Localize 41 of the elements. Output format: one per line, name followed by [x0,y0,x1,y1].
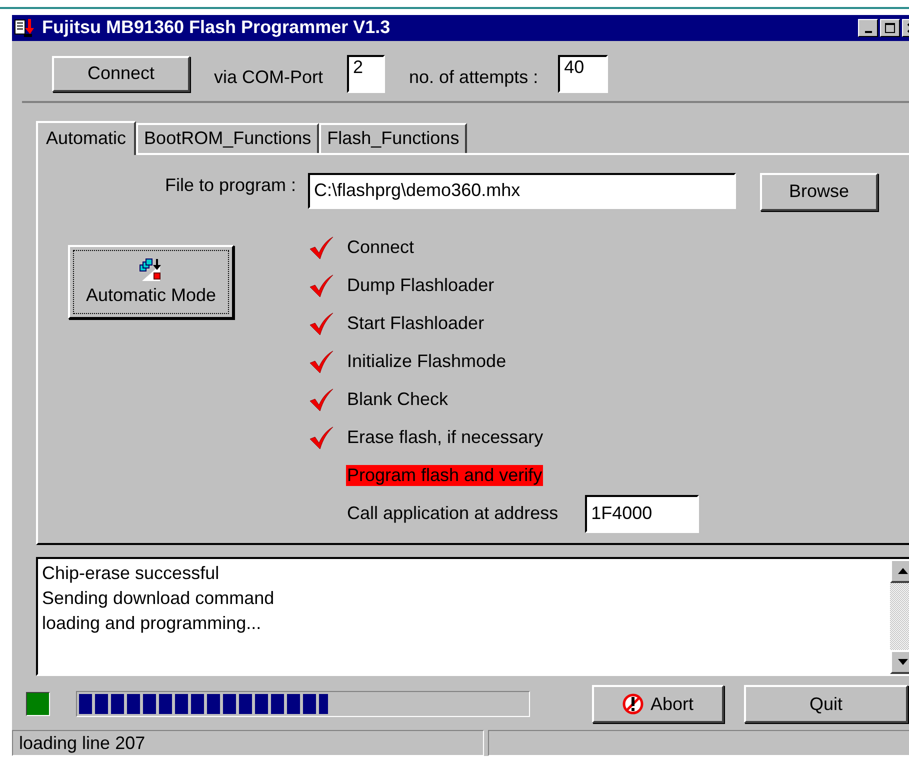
port-label: via COM-Port [214,67,324,88]
browse-button[interactable]: Browse [760,172,878,211]
status-light [26,692,50,716]
step-label: Erase flash, if necessary [346,427,544,448]
scroll-down-button[interactable] [890,650,909,674]
download-icon [138,257,164,284]
minimize-button[interactable] [858,18,878,37]
down-arrow-icon [898,659,908,666]
step-label: Dump Flashloader [346,275,496,296]
quit-button[interactable]: Quit [744,685,908,724]
file-field[interactable]: C:\flashprg\demo360.mhx [308,172,736,209]
up-arrow-icon [898,568,908,574]
step-label: Initialize Flashmode [346,351,508,372]
status-text: loading line 207 [12,730,484,756]
scroll-up-button[interactable] [890,558,909,583]
attempts-field[interactable]: 40 [558,54,608,93]
step-label: Start Flashloader [346,313,486,334]
abort-button[interactable]: Abort [592,685,724,724]
maximize-button[interactable] [880,18,900,37]
attempts-label: no. of attempts : [409,67,538,88]
tab[interactable]: Automatic [36,120,136,155]
address-field[interactable]: 1F4000 [585,494,700,533]
step-label: Blank Check [346,389,450,410]
minimize-icon [864,30,872,33]
stop-icon [622,693,644,716]
window-title: Fujitsu MB91360 Flash Programmer V1.3 [42,17,392,38]
log-line: Sending download command [42,586,276,610]
tab[interactable]: Flash_Functions [319,122,468,153]
scrollbar[interactable] [890,558,909,674]
file-label: File to program : [164,174,297,197]
step-label: Connect [346,237,416,258]
log-line: Chip-erase successful [42,562,220,585]
tab[interactable]: BootROM_Functions [136,122,320,153]
app-icon [14,18,34,38]
connect-button[interactable]: Connect [52,56,190,92]
port-field[interactable]: 2 [347,54,386,93]
step-label: Call application at address [346,503,560,524]
automatic-mode-button[interactable]: Automatic Mode [68,244,234,319]
step-label: Program flash and verify [346,465,544,486]
maximize-icon [884,22,896,34]
log-line: loading and programming... [42,612,262,635]
